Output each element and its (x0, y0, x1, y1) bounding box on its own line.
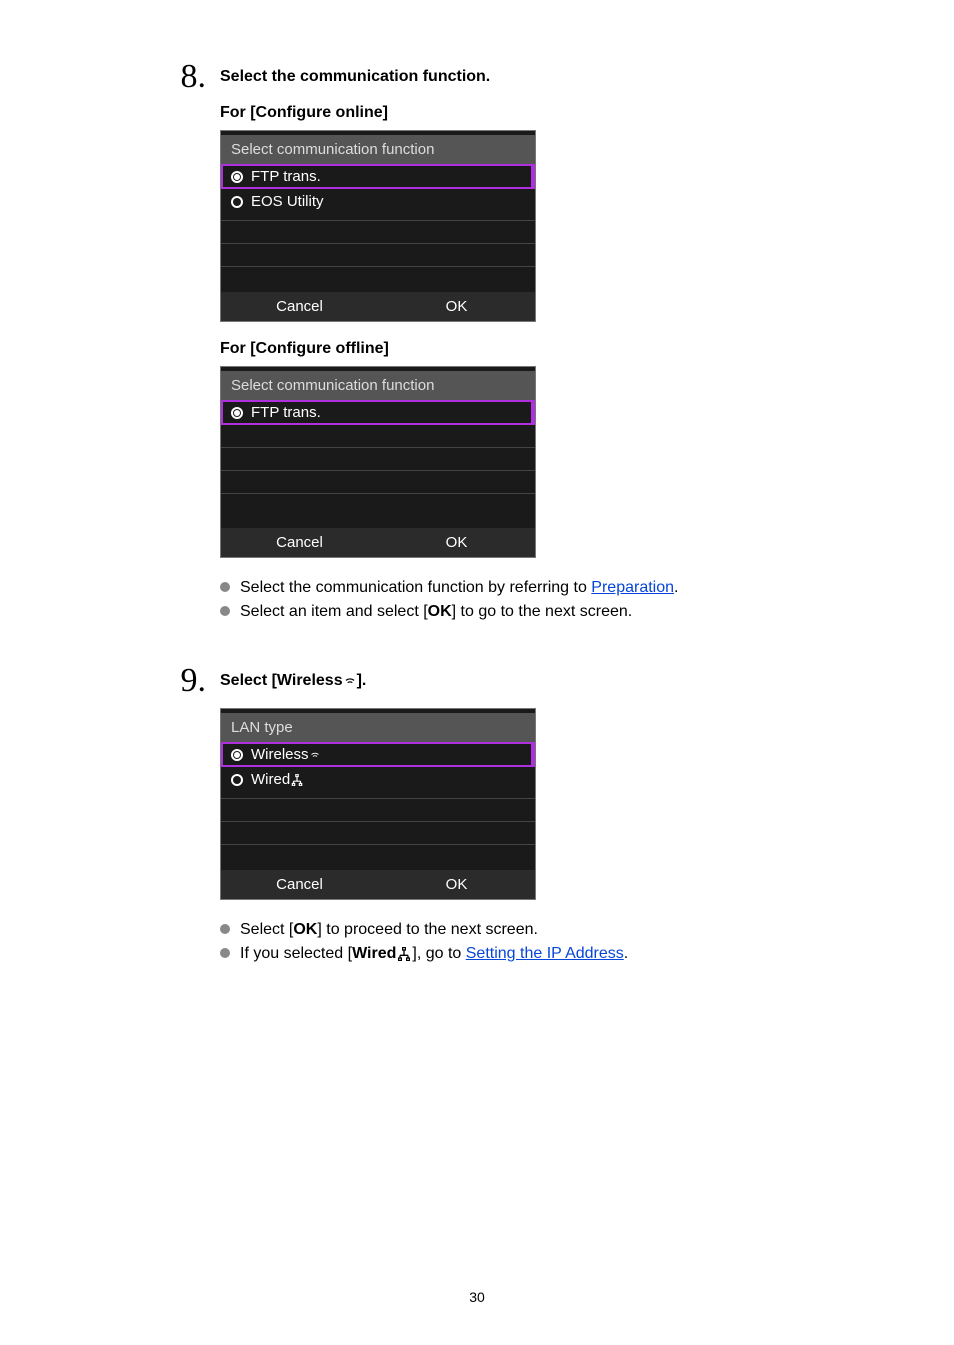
text-fragment: Wireless (251, 746, 309, 763)
cancel-button[interactable]: Cancel (221, 876, 378, 893)
text-fragment: Wired (251, 771, 290, 788)
ok-button[interactable]: OK (378, 876, 535, 893)
bold-ok: OK (293, 921, 317, 938)
ok-button[interactable]: OK (378, 534, 535, 551)
text-fragment: . (624, 945, 628, 962)
divider (221, 470, 535, 471)
wired-lan-icon (396, 945, 412, 962)
option-ftp-trans[interactable]: FTP trans. (221, 400, 535, 425)
text-fragment: ] to proceed to the next screen. (317, 921, 538, 938)
button-row: Cancel OK (221, 292, 535, 321)
radio-selected-icon (231, 407, 243, 419)
bullet-text: Select an item and select [OK] to go to … (240, 600, 632, 624)
bullet-icon (220, 948, 230, 958)
text-fragment: If you selected [ (240, 945, 352, 962)
option-label: EOS Utility (251, 193, 324, 210)
screen-header: Select communication function (221, 371, 535, 400)
divider (221, 798, 535, 799)
option-list: FTP trans. (221, 400, 535, 528)
radio-selected-icon (231, 171, 243, 183)
step-body: Select [Wireless]. LAN type Wireless Wir… (220, 664, 954, 986)
screen-header: LAN type (221, 713, 535, 742)
subheading-configure-online: For [Configure online] (220, 104, 834, 122)
step-number: 8. (160, 60, 220, 94)
option-wired[interactable]: Wired (221, 767, 535, 792)
option-label: FTP trans. (251, 168, 321, 185)
step-title: Select [Wireless]. (220, 672, 834, 690)
bullet-icon (220, 606, 230, 616)
radio-unselected-icon (231, 774, 243, 786)
step-body: Select the communication function. For [… (220, 60, 954, 644)
option-list: FTP trans. EOS Utility (221, 164, 535, 292)
text-fragment: Select [ (240, 921, 293, 938)
wired-lan-icon (290, 771, 304, 788)
ok-button[interactable]: OK (378, 298, 535, 315)
subheading-configure-offline: For [Configure offline] (220, 340, 834, 358)
bullet-list: Select the communication function by ref… (220, 576, 834, 624)
divider (221, 220, 535, 221)
text-fragment: ] to go to the next screen. (452, 603, 633, 620)
step-8: 8. Select the communication function. Fo… (0, 60, 954, 644)
option-label: FTP trans. (251, 404, 321, 421)
link-preparation[interactable]: Preparation (591, 579, 674, 596)
camera-screen-online: Select communication function FTP trans.… (220, 130, 536, 322)
screen-header: Select communication function (221, 135, 535, 164)
bullet-icon (220, 924, 230, 934)
option-ftp-trans[interactable]: FTP trans. (221, 164, 535, 189)
wireless-icon (343, 672, 357, 689)
bullet-text: Select the communication function by ref… (240, 576, 678, 600)
step-9: 9. Select [Wireless]. LAN type Wireless (0, 664, 954, 986)
cancel-button[interactable]: Cancel (221, 298, 378, 315)
divider (221, 243, 535, 244)
option-label: Wired (251, 771, 304, 788)
option-wireless[interactable]: Wireless (221, 742, 535, 767)
document-page: 8. Select the communication function. Fo… (0, 0, 954, 986)
radio-unselected-icon (231, 196, 243, 208)
step-number: 9. (160, 664, 220, 698)
cancel-button[interactable]: Cancel (221, 534, 378, 551)
bullet-text: Select [OK] to proceed to the next scree… (240, 918, 538, 942)
divider (221, 493, 535, 494)
button-row: Cancel OK (221, 528, 535, 557)
camera-screen-lan-type: LAN type Wireless Wired (220, 708, 536, 900)
bold-wired: Wired (352, 945, 396, 962)
bullet-list: Select [OK] to proceed to the next scree… (220, 918, 834, 966)
option-label: Wireless (251, 746, 321, 763)
divider (221, 844, 535, 845)
text-fragment: ]. (357, 672, 367, 689)
text-fragment: Select the communication function by ref… (240, 579, 591, 596)
text-fragment: ], go to (412, 945, 465, 962)
bullet-text: If you selected [Wired ], go to Setting t… (240, 942, 628, 966)
button-row: Cancel OK (221, 870, 535, 899)
list-item: Select the communication function by ref… (220, 576, 834, 600)
radio-selected-icon (231, 749, 243, 761)
list-item: Select [OK] to proceed to the next scree… (220, 918, 834, 942)
option-list: Wireless Wired (221, 742, 535, 870)
camera-screen-offline: Select communication function FTP trans.… (220, 366, 536, 558)
bold-ok: OK (428, 603, 452, 620)
option-eos-utility[interactable]: EOS Utility (221, 189, 535, 214)
text-fragment: . (674, 579, 678, 596)
step-title: Select the communication function. (220, 68, 834, 86)
page-number: 30 (0, 1289, 954, 1305)
bullet-icon (220, 582, 230, 592)
list-item: If you selected [Wired ], go to Setting t… (220, 942, 834, 966)
list-item: Select an item and select [OK] to go to … (220, 600, 834, 624)
text-fragment: Select [Wireless (220, 672, 343, 689)
divider (221, 447, 535, 448)
divider (221, 821, 535, 822)
divider (221, 266, 535, 267)
wireless-icon (309, 746, 321, 763)
link-setting-ip-address[interactable]: Setting the IP Address (466, 945, 624, 962)
text-fragment: Select an item and select [ (240, 603, 428, 620)
